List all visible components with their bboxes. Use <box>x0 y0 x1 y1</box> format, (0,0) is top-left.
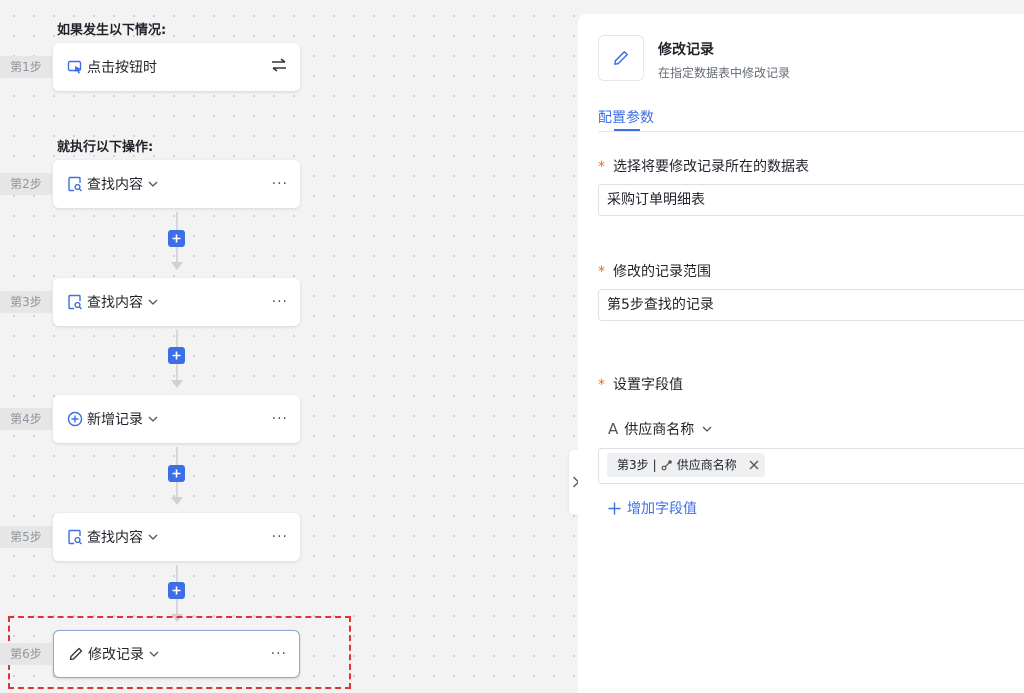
chevron-down-icon[interactable] <box>148 534 158 540</box>
search-record-icon <box>67 529 83 545</box>
add-step-button[interactable] <box>168 582 185 599</box>
trigger-label: 点击按钮时 <box>87 60 157 76</box>
cursor-click-icon <box>67 59 83 75</box>
step-label-3: 第3步 <box>0 291 52 313</box>
plus-icon <box>608 502 621 515</box>
required-mark: * <box>598 377 605 393</box>
tag-field: 供应商名称 <box>676 458 737 472</box>
add-step-button[interactable] <box>168 347 185 364</box>
search-record-icon <box>67 294 83 310</box>
search-record-icon <box>67 176 83 192</box>
text-type-icon: A <box>608 420 619 438</box>
label-text: 修改的记录范围 <box>613 264 711 280</box>
label-text: 选择将要修改记录所在的数据表 <box>613 159 809 175</box>
step-card-label: 查找内容 <box>87 530 143 546</box>
step-label-4: 第4步 <box>0 408 52 430</box>
close-icon[interactable] <box>749 460 759 470</box>
step-card-find-2[interactable]: 查找内容 ··· <box>53 160 300 208</box>
chevron-down-icon[interactable] <box>148 181 158 187</box>
arrow-down-icon <box>171 380 183 388</box>
arrow-down-icon <box>171 262 183 270</box>
chevron-down-icon[interactable] <box>149 651 159 657</box>
switch-icon[interactable] <box>270 58 288 76</box>
step-card-label: 修改记录 <box>88 647 144 663</box>
chevron-down-icon[interactable] <box>148 299 158 305</box>
trigger-card[interactable]: 点击按钮时 <box>53 43 300 91</box>
field-value-input[interactable]: 第3步 | 供应商名称 <box>598 448 1024 484</box>
workflow-canvas: 如果发生以下情况: 第1步 点击按钮时 就执行以下操作: 第2步 查找内容 ··… <box>0 0 578 693</box>
required-mark: * <box>598 264 605 280</box>
table-select[interactable]: 采购订单明细表 <box>598 184 1024 216</box>
table-field-label: * 选择将要修改记录所在的数据表 <box>598 156 809 176</box>
label-text: 设置字段值 <box>613 377 683 393</box>
add-step-button[interactable] <box>168 465 185 482</box>
panel-pencil-icon <box>598 35 644 81</box>
range-field-label: * 修改的记录范围 <box>598 261 711 281</box>
field-selector[interactable]: A 供应商名称 <box>608 419 712 439</box>
step-card-label: 查找内容 <box>87 177 143 193</box>
chevron-down-icon <box>702 426 712 432</box>
pencil-icon <box>68 646 84 662</box>
more-menu-icon[interactable]: ··· <box>272 176 288 192</box>
panel-subtitle: 在指定数据表中修改记录 <box>658 66 791 80</box>
more-menu-icon[interactable]: ··· <box>272 294 288 310</box>
tag-separator: | <box>652 458 657 472</box>
link-icon <box>661 459 673 471</box>
arrow-down-icon <box>171 497 183 505</box>
step-card-label: 查找内容 <box>87 295 143 311</box>
fields-label: * 设置字段值 <box>598 374 683 394</box>
panel-title: 修改记录 <box>658 42 714 58</box>
config-panel: 修改记录 在指定数据表中修改记录 配置参数 * 选择将要修改记录所在的数据表 采购… <box>578 14 1024 693</box>
step-label-2: 第2步 <box>0 173 52 195</box>
add-step-button[interactable] <box>168 230 185 247</box>
tab-divider <box>598 131 1024 132</box>
more-menu-icon[interactable]: ··· <box>272 529 288 545</box>
step-card-label: 新增记录 <box>87 412 143 428</box>
step-label-6: 第6步 <box>0 643 52 665</box>
step-label-1: 第1步 <box>0 56 52 78</box>
more-menu-icon[interactable]: ··· <box>271 646 287 662</box>
step-card-find-3[interactable]: 查找内容 ··· <box>53 278 300 326</box>
more-menu-icon[interactable]: ··· <box>272 411 288 427</box>
range-select[interactable]: 第5步查找的记录 <box>598 289 1024 321</box>
tab-config-params[interactable]: 配置参数 <box>598 107 654 127</box>
step-card-edit-record[interactable]: 修改记录 ··· <box>53 630 300 678</box>
add-field-label: 增加字段值 <box>627 501 697 517</box>
step-card-add-record[interactable]: 新增记录 ··· <box>53 395 300 443</box>
step-label-5: 第5步 <box>0 526 52 548</box>
reference-tag: 第3步 | 供应商名称 <box>607 453 765 477</box>
add-field-value-button[interactable]: 增加字段值 <box>608 498 697 518</box>
field-name: 供应商名称 <box>624 422 695 438</box>
if-section-title: 如果发生以下情况: <box>57 23 167 38</box>
then-section-title: 就执行以下操作: <box>57 140 154 155</box>
chevron-down-icon[interactable] <box>148 416 158 422</box>
step-card-find-5[interactable]: 查找内容 ··· <box>53 513 300 561</box>
required-mark: * <box>598 159 605 175</box>
tag-step: 第3步 <box>617 458 649 472</box>
add-circle-icon <box>67 411 83 427</box>
